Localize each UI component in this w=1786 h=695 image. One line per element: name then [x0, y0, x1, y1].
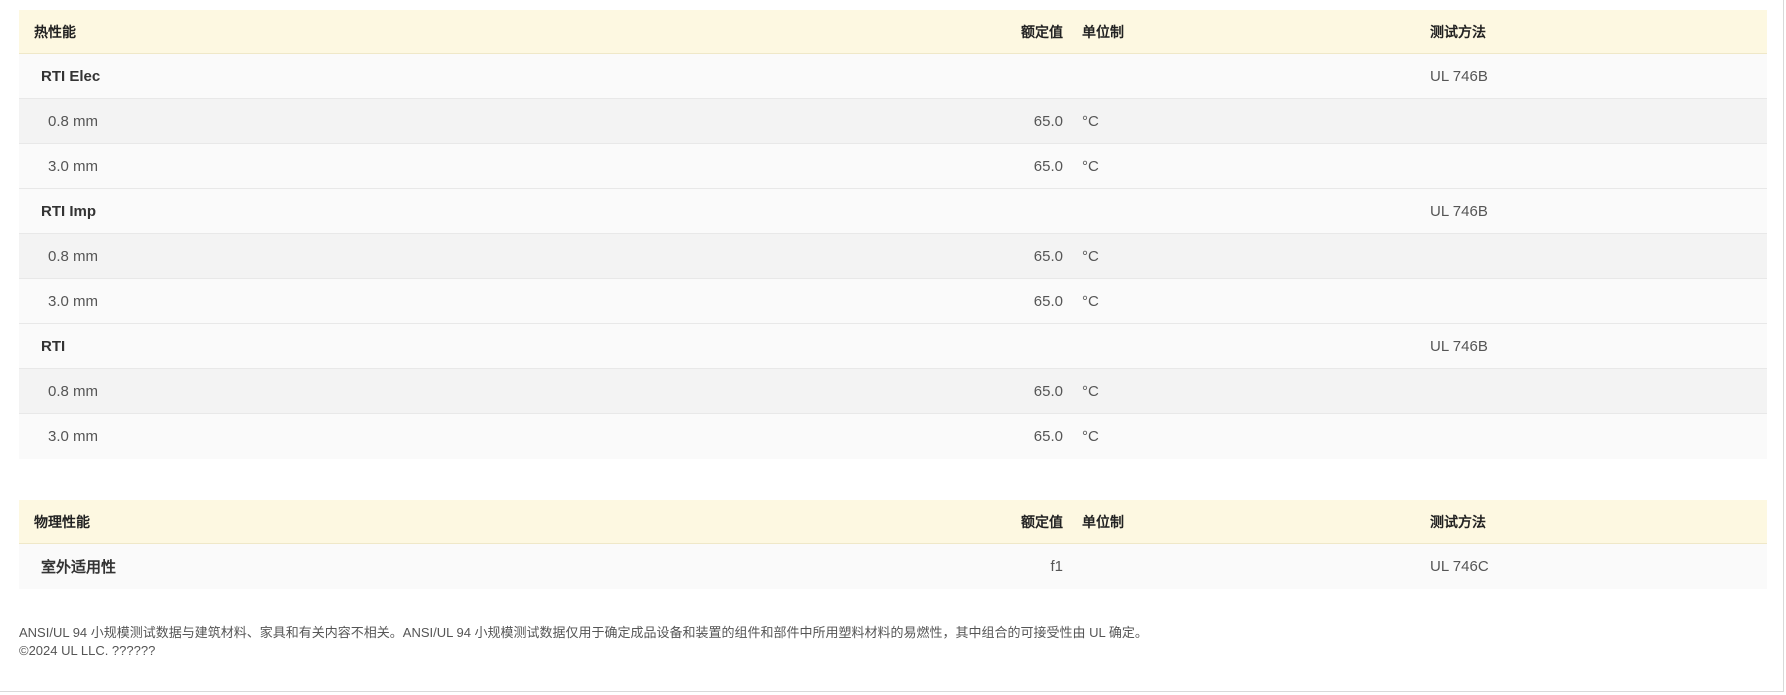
table-row: 3.0 mm 65.0 °C [19, 279, 1767, 324]
table-row: 3.0 mm 65.0 °C [19, 414, 1767, 459]
row-property: 3.0 mm [48, 157, 99, 175]
table-header: 物理性能 额定值 单位制 测试方法 [19, 500, 1767, 544]
row-value: 65.0 [1033, 247, 1063, 265]
table-row: 0.8 mm 65.0 °C [19, 234, 1767, 279]
table-row: 0.8 mm 65.0 °C [19, 369, 1767, 414]
row-unit: °C [1082, 157, 1099, 175]
header-rated-value: 额定值 [1021, 23, 1063, 40]
table-row: RTI Imp UL 746B [19, 189, 1767, 234]
row-unit: °C [1082, 382, 1099, 400]
row-unit: °C [1082, 247, 1099, 265]
row-unit: °C [1082, 112, 1099, 130]
row-value: f1 [1050, 558, 1063, 575]
row-test-method: UL 746B [1430, 202, 1488, 220]
row-property: 0.8 mm [48, 247, 99, 265]
row-value: 65.0 [1033, 382, 1063, 400]
row-value: 65.0 [1033, 428, 1063, 445]
row-unit: °C [1082, 292, 1099, 310]
header-test-method: 测试方法 [1430, 23, 1486, 40]
table-row: RTI Elec UL 746B [19, 54, 1767, 99]
row-property: 3.0 mm [48, 428, 99, 445]
header-test-method: 测试方法 [1430, 513, 1486, 530]
header-rated-value: 额定值 [1021, 513, 1063, 530]
row-value: 65.0 [1033, 112, 1063, 130]
header-unit: 单位制 [1082, 23, 1124, 40]
row-test-method: UL 746B [1430, 67, 1488, 85]
table-row: RTI UL 746B [19, 324, 1767, 369]
row-property: 室外适用性 [41, 559, 117, 576]
row-property: RTI Imp [41, 202, 96, 220]
copyright-text: ©2024 UL LLC. ?????? [19, 643, 156, 658]
table-row: 3.0 mm 65.0 °C [19, 144, 1767, 189]
row-property: 3.0 mm [48, 292, 99, 310]
table-row: 室外适用性 f1 UL 746C [19, 544, 1767, 589]
physical-properties-table: 物理性能 额定值 单位制 测试方法 室外适用性 f1 UL 746C [19, 500, 1767, 589]
header-property: 热性能 [34, 23, 76, 40]
header-property: 物理性能 [34, 513, 90, 530]
row-unit: °C [1082, 428, 1099, 445]
row-test-method: UL 746C [1430, 558, 1489, 575]
row-property: 0.8 mm [48, 382, 99, 400]
footer-notes: ANSI/UL 94 小规模测试数据与建筑材料、家具和有关内容不相关。ANSI/… [19, 624, 1148, 660]
row-property: RTI [41, 337, 66, 355]
header-unit: 单位制 [1082, 513, 1124, 530]
table-header: 热性能 额定值 单位制 测试方法 [19, 10, 1767, 54]
row-value: 65.0 [1033, 157, 1063, 175]
page-frame: 热性能 额定值 单位制 测试方法 RTI Elec UL 746B 0.8 mm… [0, 0, 1784, 692]
disclaimer-text: ANSI/UL 94 小规模测试数据与建筑材料、家具和有关内容不相关。ANSI/… [19, 625, 1148, 640]
thermal-properties-table: 热性能 额定值 单位制 测试方法 RTI Elec UL 746B 0.8 mm… [19, 10, 1767, 459]
row-value: 65.0 [1033, 292, 1063, 310]
row-property: 0.8 mm [48, 112, 99, 130]
row-property: RTI Elec [41, 67, 101, 85]
table-row: 0.8 mm 65.0 °C [19, 99, 1767, 144]
row-test-method: UL 746B [1430, 337, 1488, 355]
